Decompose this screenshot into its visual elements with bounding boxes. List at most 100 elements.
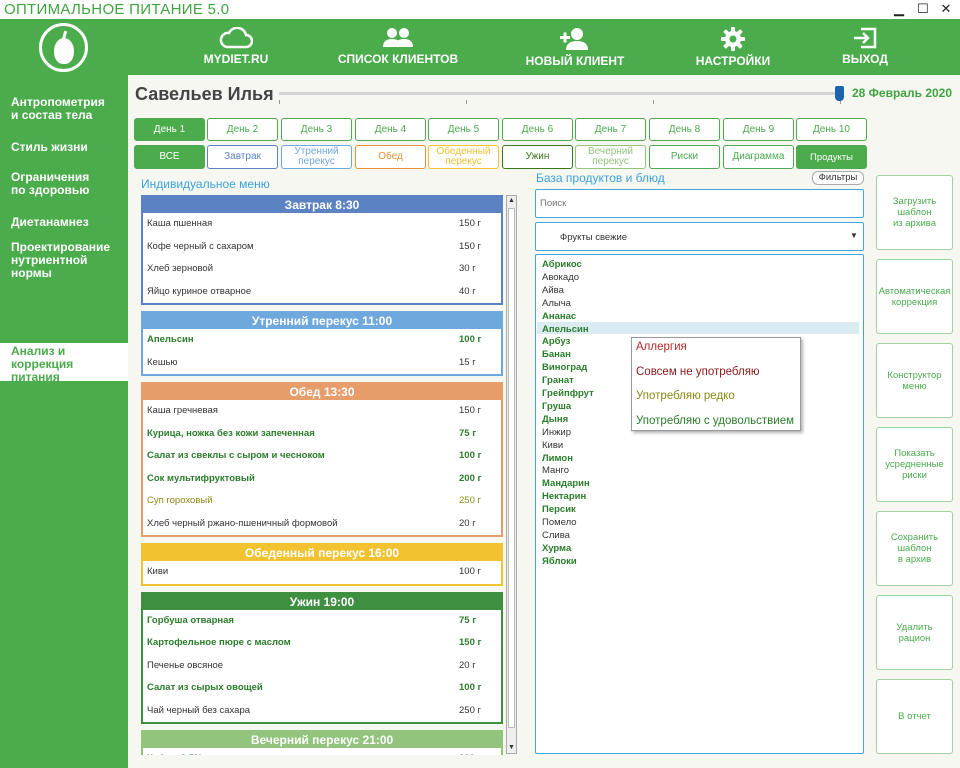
product-item[interactable]: Алыча — [542, 297, 571, 310]
product-item[interactable]: Арбуз — [542, 335, 570, 348]
meal-item[interactable]: Горбуша отварная 75 г — [143, 610, 501, 633]
meal-item[interactable]: Салат из сырых овощей 100 г — [143, 677, 501, 700]
tab-day-7[interactable]: День 7 — [575, 118, 646, 141]
meal-item[interactable]: Курица, ножка без кожи запеченная 75 г — [143, 423, 501, 446]
tab-day-4[interactable]: День 4 — [355, 118, 426, 141]
meal-header[interactable]: Утренний перекус 11:00 — [143, 313, 501, 329]
minimize-button[interactable]: ▁ — [891, 1, 907, 17]
save-template-button[interactable]: Сохранить шаблон в архив — [876, 511, 953, 586]
search-input[interactable] — [540, 198, 840, 209]
auto-correction-button[interactable]: Автоматическая коррекция — [876, 259, 953, 334]
scroll-down-icon[interactable]: ▼ — [507, 743, 516, 753]
tab-meal-0[interactable]: ВСЕ — [134, 145, 205, 169]
tab-day-10[interactable]: День 10 — [796, 118, 867, 141]
meal-header[interactable]: Завтрак 8:30 — [143, 197, 501, 213]
meal-item[interactable]: Апельсин 100 г — [143, 329, 501, 352]
tab-meal-8[interactable]: Диаграмма — [723, 145, 794, 169]
tab-meal-4[interactable]: Обеденный перекус — [428, 145, 499, 169]
delete-ration-button[interactable]: Удалить рацион — [876, 595, 953, 670]
product-item[interactable]: Гранат — [542, 374, 574, 387]
date-slider[interactable] — [279, 92, 844, 95]
meal-item[interactable]: Кефир 2,5% жирности 200 г — [143, 748, 501, 755]
product-item[interactable]: Виноград — [542, 361, 587, 374]
product-item[interactable]: Авокадо — [542, 271, 579, 284]
tab-day-8[interactable]: День 8 — [649, 118, 720, 141]
product-item[interactable]: Нектарин — [542, 490, 586, 503]
to-report-button[interactable]: В отчет — [876, 679, 953, 754]
sidebar-item-analysis[interactable]: Анализ и коррекция питания — [0, 343, 128, 384]
product-item[interactable]: Дыня — [542, 413, 568, 426]
tab-day-6[interactable]: День 6 — [502, 118, 573, 141]
nav-exit[interactable]: ВЫХОД — [835, 19, 895, 75]
meal-item[interactable]: Яйцо куриное отварное 40 г — [143, 281, 501, 304]
meal-header[interactable]: Обед 13:30 — [143, 384, 501, 400]
category-select[interactable]: Фрукты свежие ▼ — [535, 222, 864, 251]
product-item[interactable]: Хурма — [542, 542, 571, 555]
product-item[interactable]: Персик — [542, 503, 576, 516]
sidebar-item-restrictions[interactable]: Ограничения по здоровью — [11, 171, 90, 197]
meal-header[interactable]: Вечерний перекус 21:00 — [143, 732, 501, 748]
search-box[interactable] — [535, 189, 864, 218]
load-template-button[interactable]: Загрузить шаблон из архива — [876, 175, 953, 250]
tab-day-3[interactable]: День 3 — [281, 118, 352, 141]
product-item[interactable]: Мандарин — [542, 477, 590, 490]
product-item[interactable]: Лимон — [542, 452, 573, 465]
product-item[interactable]: Инжир — [542, 426, 571, 439]
product-item[interactable]: Яблоки — [542, 555, 577, 568]
product-item[interactable]: Слива — [542, 529, 570, 542]
meal-item[interactable]: Чай черный без сахара 250 г — [143, 700, 501, 723]
date-slider-handle[interactable] — [835, 86, 844, 101]
product-item[interactable]: Помело — [542, 516, 577, 529]
sidebar-item-nutrient-design[interactable]: Проектирование нутриентной нормы — [11, 241, 128, 280]
nav-new-client[interactable]: НОВЫЙ КЛИЕНТ — [522, 19, 628, 75]
tab-day-5[interactable]: День 5 — [428, 118, 499, 141]
close-button[interactable]: ✕ — [938, 1, 954, 17]
meal-item[interactable]: Киви 100 г — [143, 561, 501, 584]
nav-clients[interactable]: СПИСОК КЛИЕНТОВ — [333, 19, 463, 75]
filters-button[interactable]: Фильтры — [812, 171, 864, 185]
product-item[interactable]: Груша — [542, 400, 571, 413]
meal-item[interactable]: Картофельное пюре с маслом 150 г — [143, 632, 501, 655]
product-item[interactable]: Киви — [542, 439, 563, 452]
maximize-button[interactable]: ☐ — [915, 1, 931, 17]
tab-day-1[interactable]: День 1 — [134, 118, 205, 141]
tab-day-2[interactable]: День 2 — [207, 118, 278, 141]
nav-settings[interactable]: НАСТРОЙКИ — [690, 19, 776, 75]
tab-meal-5[interactable]: Ужин — [502, 145, 573, 169]
sidebar-item-diet-history[interactable]: Диетанамнез — [11, 216, 89, 229]
tab-meal-3[interactable]: Обед — [355, 145, 426, 169]
tab-meal-9[interactable]: Продукты — [796, 145, 867, 169]
context-menu-item[interactable]: Аллергия — [636, 341, 687, 353]
product-item[interactable]: Банан — [542, 348, 571, 361]
meal-item[interactable]: Каша гречневая 150 г — [143, 400, 501, 423]
tab-meal-1[interactable]: Завтрак — [207, 145, 278, 169]
sidebar-item-lifestyle[interactable]: Стиль жизни — [11, 141, 88, 154]
sidebar-item-anthropometry[interactable]: Антропометрия и состав тела — [11, 96, 105, 122]
meal-item[interactable]: Хлеб зерновой 30 г — [143, 258, 501, 281]
product-item[interactable]: Манго — [542, 464, 569, 477]
context-menu-item[interactable]: Употребляю с удовольствием — [636, 415, 794, 427]
meal-item[interactable]: Кофе черный с сахаром 150 г — [143, 236, 501, 259]
context-menu-item[interactable]: Употребляю редко — [636, 390, 735, 402]
meal-item[interactable]: Суп гороховый 250 г — [143, 490, 501, 513]
meal-item[interactable]: Кешью 15 г — [143, 352, 501, 375]
tab-meal-2[interactable]: Утренний перекус — [281, 145, 352, 169]
scroll-thumb[interactable] — [508, 208, 515, 728]
meal-item[interactable]: Каша пшенная 150 г — [143, 213, 501, 236]
meal-item[interactable]: Хлеб черный ржано-пшеничный формовой 20 г — [143, 513, 501, 536]
nav-mydiet[interactable]: MYDIET.RU — [195, 19, 277, 75]
meal-item[interactable]: Сок мультифруктовый 200 г — [143, 468, 501, 491]
menu-constructor-button[interactable]: Конструктор меню — [876, 343, 953, 418]
product-item[interactable]: Ананас — [542, 310, 576, 323]
context-menu-item[interactable]: Совсем не употребляю — [636, 366, 760, 378]
product-item[interactable]: Апельсин — [542, 323, 589, 336]
scroll-up-icon[interactable]: ▲ — [507, 196, 516, 206]
meal-item[interactable]: Печенье овсяное 20 г — [143, 655, 501, 678]
meal-item[interactable]: Салат из свеклы с сыром и чесноком 100 г — [143, 445, 501, 468]
menu-scrollbar[interactable]: ▲ ▼ — [506, 195, 517, 754]
meal-header[interactable]: Ужин 19:00 — [143, 593, 501, 610]
tab-meal-6[interactable]: Вечерний перекус — [575, 145, 646, 169]
show-risks-button[interactable]: Показать усредненные риски — [876, 427, 953, 502]
tab-day-9[interactable]: День 9 — [723, 118, 794, 141]
product-item[interactable]: Айва — [542, 284, 564, 297]
